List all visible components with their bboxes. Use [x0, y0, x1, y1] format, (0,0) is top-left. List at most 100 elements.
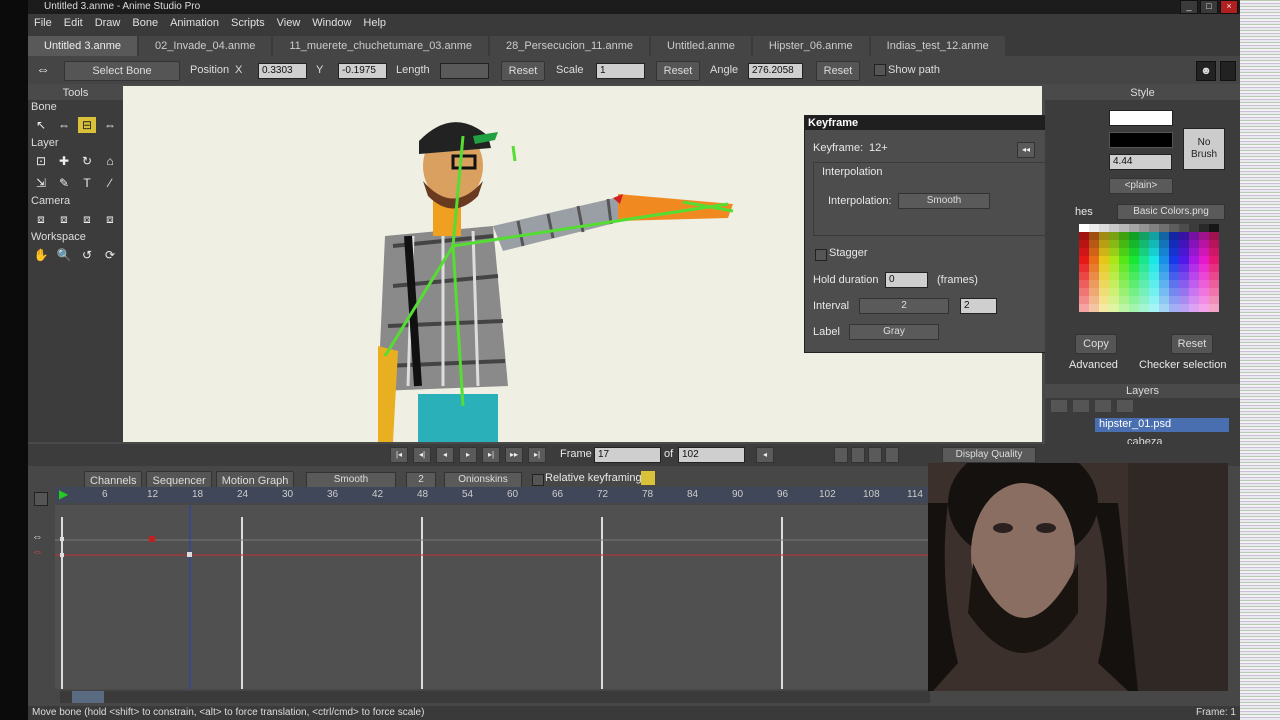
timeline-interval-dropdown[interactable]: 2: [406, 472, 436, 488]
length-field[interactable]: [440, 63, 489, 79]
color-swatch[interactable]: [1129, 256, 1139, 264]
color-swatch[interactable]: [1139, 248, 1149, 256]
color-swatch[interactable]: [1139, 240, 1149, 248]
color-swatch[interactable]: [1149, 280, 1159, 288]
color-swatch[interactable]: [1159, 264, 1169, 272]
line-color-swatch[interactable]: [1109, 132, 1173, 148]
color-swatch[interactable]: [1119, 240, 1129, 248]
translate-layer-icon[interactable]: ✚: [55, 153, 73, 169]
color-swatch[interactable]: [1109, 248, 1119, 256]
orbit-icon[interactable]: ⟳: [101, 247, 119, 263]
loop-icon[interactable]: ◂: [756, 447, 774, 463]
prev-keyframe-icon[interactable]: ◂◂: [1017, 142, 1035, 158]
color-swatch[interactable]: [1169, 272, 1179, 280]
line-width-field[interactable]: 4.44: [1109, 154, 1172, 170]
color-swatch[interactable]: [1169, 280, 1179, 288]
reset-angle-button[interactable]: Reset: [816, 61, 860, 81]
color-swatch[interactable]: [1089, 232, 1099, 240]
scale-field[interactable]: 1: [596, 63, 645, 79]
color-swatch[interactable]: [1189, 224, 1199, 232]
color-swatch[interactable]: [1159, 272, 1169, 280]
color-swatch[interactable]: [1109, 224, 1119, 232]
panel-toggle-icon[interactable]: [1220, 61, 1236, 81]
color-swatch[interactable]: [1189, 232, 1199, 240]
color-swatch[interactable]: [1089, 280, 1099, 288]
view-split-icon[interactable]: [851, 447, 865, 463]
zoom-icon[interactable]: 🔍: [55, 247, 73, 263]
color-swatch[interactable]: [1119, 272, 1129, 280]
color-swatch[interactable]: [1109, 296, 1119, 304]
maximize-button[interactable]: □: [1200, 0, 1218, 14]
total-frames-field[interactable]: 102: [678, 447, 745, 463]
color-swatch[interactable]: [1149, 288, 1159, 296]
add-bone-icon[interactable]: ⊟: [78, 117, 96, 133]
color-swatch[interactable]: [1159, 304, 1169, 312]
color-swatch[interactable]: [1169, 296, 1179, 304]
interval-field[interactable]: 2: [960, 298, 997, 314]
rewind-icon[interactable]: |◂: [390, 447, 408, 463]
color-swatches-grid[interactable]: [1079, 224, 1223, 330]
copy-layer-icon[interactable]: [1073, 400, 1089, 412]
color-swatch[interactable]: [1079, 248, 1089, 256]
color-swatch[interactable]: [1179, 280, 1189, 288]
color-swatch[interactable]: [1199, 272, 1209, 280]
color-swatch[interactable]: [1179, 288, 1189, 296]
color-swatch[interactable]: [1079, 264, 1089, 272]
lock-icon[interactable]: [641, 471, 655, 485]
color-swatch[interactable]: [1079, 280, 1089, 288]
color-swatch[interactable]: [1199, 264, 1209, 272]
color-swatch[interactable]: [1079, 232, 1089, 240]
color-swatch[interactable]: [1149, 296, 1159, 304]
view-single-icon[interactable]: [834, 447, 848, 463]
color-swatch[interactable]: [1159, 280, 1169, 288]
color-swatch[interactable]: [1129, 296, 1139, 304]
color-swatch[interactable]: [1139, 224, 1149, 232]
color-swatch[interactable]: [1159, 296, 1169, 304]
color-swatch[interactable]: [1159, 240, 1169, 248]
end-icon[interactable]: ▸|: [528, 447, 546, 463]
timeline-ruler[interactable]: ▶ 6 12 18 24 30 36 42 48 54 60 66 72 78 …: [55, 487, 930, 503]
color-swatch[interactable]: [1189, 304, 1199, 312]
rotate-layer-icon[interactable]: ↻: [78, 153, 96, 169]
user-icon[interactable]: ☻: [1196, 61, 1216, 81]
set-origin-icon[interactable]: ⊡: [32, 153, 50, 169]
color-swatch[interactable]: [1109, 280, 1119, 288]
menu-bone[interactable]: Bone: [126, 17, 164, 29]
color-swatch[interactable]: [1129, 264, 1139, 272]
color-swatch[interactable]: [1199, 280, 1209, 288]
color-swatch[interactable]: [1079, 256, 1089, 264]
color-swatch[interactable]: [1159, 224, 1169, 232]
interval-dropdown[interactable]: 2: [859, 298, 949, 314]
color-swatch[interactable]: [1209, 296, 1219, 304]
color-swatch[interactable]: [1189, 248, 1199, 256]
color-swatch[interactable]: [1089, 264, 1099, 272]
layer-item-selected[interactable]: hipster_01.psd: [1095, 418, 1229, 432]
color-swatch[interactable]: [1179, 264, 1189, 272]
copy-button[interactable]: Copy: [1075, 334, 1117, 354]
color-swatch[interactable]: [1139, 256, 1149, 264]
color-swatch[interactable]: [1139, 288, 1149, 296]
stagger-checkbox[interactable]: [815, 249, 827, 261]
color-swatch[interactable]: [1189, 288, 1199, 296]
position-y-field[interactable]: -0.1975: [338, 63, 387, 79]
color-swatch[interactable]: [1189, 240, 1199, 248]
interpolation-dropdown[interactable]: Smooth: [898, 193, 990, 209]
frame-field[interactable]: 17: [594, 447, 661, 463]
color-swatch[interactable]: [1209, 224, 1219, 232]
color-swatch[interactable]: [1119, 256, 1129, 264]
delete-layer-icon[interactable]: [1095, 400, 1111, 412]
scale-layer-icon[interactable]: ⌂: [101, 153, 119, 169]
effect-dropdown[interactable]: <plain>: [1109, 178, 1173, 194]
color-swatch[interactable]: [1169, 232, 1179, 240]
timeline-tracks[interactable]: [55, 505, 930, 689]
minimize-button[interactable]: _: [1180, 0, 1198, 14]
color-swatch[interactable]: [1209, 280, 1219, 288]
prev-frame-icon[interactable]: ◂: [436, 447, 454, 463]
color-swatch[interactable]: [1169, 248, 1179, 256]
menu-animation[interactable]: Animation: [164, 17, 225, 29]
color-swatch[interactable]: [1199, 224, 1209, 232]
shear-icon[interactable]: ✎: [55, 175, 73, 191]
rotate-workspace-icon[interactable]: ↺: [78, 247, 96, 263]
color-swatch[interactable]: [1119, 232, 1129, 240]
menu-edit[interactable]: Edit: [58, 17, 89, 29]
